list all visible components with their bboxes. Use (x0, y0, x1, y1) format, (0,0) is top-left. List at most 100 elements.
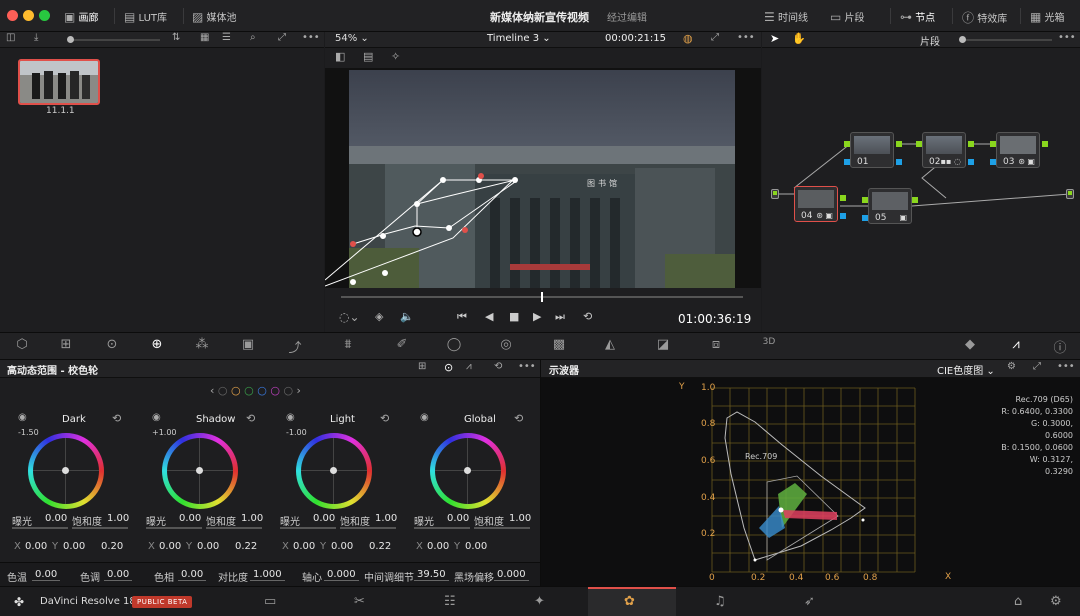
settings-gear-icon[interactable]: ⚙ (1050, 594, 1062, 609)
exposure-value[interactable]: 0.00 (42, 513, 70, 524)
minimize-window-button[interactable] (23, 10, 34, 21)
playhead[interactable] (541, 292, 543, 302)
motion-effects-icon[interactable]: ▣ (236, 337, 260, 352)
node-03[interactable]: 03 ⊛ ▣ (996, 132, 1040, 168)
reset-icon[interactable]: ⟲ (380, 412, 389, 425)
camera-raw-icon[interactable]: ⬡ (10, 337, 34, 352)
media-page-icon[interactable]: ▭ (264, 594, 276, 609)
sidebar-toggle-icon[interactable]: ◫ (6, 32, 15, 43)
lightbox-tab[interactable]: ▦ 光箱 (1030, 9, 1065, 24)
exposure-slider[interactable] (280, 527, 336, 529)
search-icon[interactable]: ⌕ (250, 32, 256, 43)
node-graph[interactable]: 01 02 ▪▪ ◌ 03 ⊛ ▣ 04 ⊛ ▣ 05 ▣ (762, 48, 1080, 332)
qualifier-icon[interactable]: ✐ (390, 337, 414, 352)
still-thumbnail[interactable] (18, 59, 100, 105)
saturation-slider[interactable] (340, 527, 396, 529)
mediapool-tab[interactable]: ▨ 媒体池 (192, 9, 237, 24)
lut-tab[interactable]: ▤ LUT库 (124, 9, 167, 24)
node-01[interactable]: 01 (850, 132, 894, 168)
split-view-icon[interactable]: ▤ (363, 50, 373, 63)
tint-value[interactable]: 0.00 (104, 569, 133, 581)
wheel-puck[interactable] (330, 467, 337, 474)
volume-icon[interactable]: 🔈 (400, 310, 414, 323)
scope-settings-icon[interactable]: ⚙ (1007, 361, 1016, 372)
cut-page-icon[interactable]: ✂ (354, 594, 365, 609)
play-icon[interactable]: ▶ (533, 310, 541, 323)
exposure-value[interactable]: 0.00 (444, 513, 472, 524)
download-icon[interactable]: ⤓ (34, 32, 38, 43)
keyframes-icon[interactable]: ◆ (958, 337, 982, 352)
y-value[interactable]: 0.00 (60, 541, 88, 552)
loop-icon[interactable]: ⟲ (583, 310, 592, 323)
effects-tab[interactable]: ⓕ 特效库 (962, 9, 1007, 26)
x-value[interactable]: 0.00 (156, 541, 184, 552)
exposure-value[interactable]: 0.00 (310, 513, 338, 524)
zone-indicator-icon[interactable]: ◉ (18, 412, 27, 423)
node-05[interactable]: 05 ▣ (868, 188, 912, 224)
node-zoom-slider[interactable] (962, 39, 1052, 41)
zone-pager[interactable]: ‹ ○ ○ ○ ○ ○ ○ › (210, 384, 301, 397)
exposure-value[interactable]: 0.00 (176, 513, 204, 524)
exposure-slider[interactable] (12, 527, 68, 529)
expand-icon[interactable]: ⤢ (278, 32, 286, 43)
key-icon[interactable]: ◪ (651, 337, 675, 352)
node-04[interactable]: 04 ⊛ ▣ (794, 186, 838, 222)
y-value[interactable]: 0.00 (328, 541, 356, 552)
blur-icon[interactable]: ◭ (598, 337, 622, 352)
saturation-value[interactable]: 1.00 (506, 513, 534, 524)
color-page-icon[interactable]: ✿ (624, 594, 635, 609)
hand-icon[interactable]: ✋ (792, 32, 806, 45)
color-wheel-icon[interactable]: ◍ (683, 32, 693, 45)
saturation-value[interactable]: 1.00 (238, 513, 266, 524)
fairlight-page-icon[interactable]: ♫ (714, 594, 726, 609)
fusion-page-icon[interactable]: ✦ (534, 594, 545, 609)
saturation-value[interactable]: 1.00 (372, 513, 400, 524)
single-view-icon[interactable]: ◧ (335, 50, 345, 63)
sizing-icon[interactable]: ⧈ (704, 337, 728, 352)
window-icon[interactable]: ◯ (442, 337, 466, 352)
deliver-page-icon[interactable]: ➶ (804, 594, 815, 609)
timeline-dropdown[interactable]: Timeline 3 ⌄ (487, 33, 551, 44)
wheel-settings-icon[interactable]: ⊞ (418, 361, 426, 372)
color-wheel[interactable] (28, 433, 104, 509)
slider-handle[interactable] (67, 36, 74, 43)
hdr-wheels-icon[interactable]: ⊕ (145, 337, 169, 352)
zoom-window-button[interactable] (39, 10, 50, 21)
expand-icon[interactable]: ⤢ (1033, 361, 1041, 372)
scope-mode-dropdown[interactable]: CIE色度图 ⌄ (937, 362, 995, 377)
magic-mask-icon[interactable]: ▩ (547, 337, 571, 352)
color-wheel[interactable] (162, 433, 238, 509)
clips-tab[interactable]: ▭ 片段 (830, 9, 865, 24)
z-value[interactable]: 0.22 (232, 541, 260, 552)
viewer-canvas[interactable]: 图书馆 (324, 68, 761, 288)
edit-page-icon[interactable]: ☷ (444, 594, 456, 609)
zone-indicator-icon[interactable]: ◉ (286, 412, 295, 423)
contrast-value[interactable]: 1.000 (250, 569, 285, 581)
exposure-slider[interactable] (146, 527, 202, 529)
reset-icon[interactable]: ⟲ (514, 412, 523, 425)
sort-icon[interactable]: ⇅ (172, 32, 180, 43)
nodes-tab[interactable]: ⊶ 节点 (900, 9, 935, 24)
color-wheels-icon[interactable]: ⊙ (100, 337, 124, 352)
more-icon[interactable]: ••• (518, 361, 536, 372)
z-value[interactable]: 0.20 (98, 541, 126, 552)
color-wheel[interactable] (430, 433, 506, 509)
pointer-icon[interactable]: ➤ (770, 32, 779, 45)
wheel-puck[interactable] (62, 467, 69, 474)
saturation-slider[interactable] (206, 527, 262, 529)
x-value[interactable]: 0.00 (424, 541, 452, 552)
wheel-puck[interactable] (464, 467, 471, 474)
more-icon[interactable]: ••• (1057, 361, 1075, 372)
tracker-icon[interactable]: ◎ (494, 337, 518, 352)
zone-indicator-icon[interactable]: ◉ (152, 412, 161, 423)
gallery-tab[interactable]: ▣ 画廊 (64, 9, 99, 24)
color-wheel[interactable] (296, 433, 372, 509)
thumbnail-size-slider[interactable] (70, 39, 160, 41)
last-frame-icon[interactable]: ⏭ (555, 310, 565, 324)
mask-icon[interactable]: ◌⌄ (339, 310, 360, 324)
color-match-icon[interactable]: ⊞ (54, 337, 78, 352)
list-view-icon[interactable]: ☰ (222, 32, 231, 43)
x-value[interactable]: 0.00 (290, 541, 318, 552)
saturation-value[interactable]: 1.00 (104, 513, 132, 524)
temp-value[interactable]: 0.00 (32, 569, 61, 581)
